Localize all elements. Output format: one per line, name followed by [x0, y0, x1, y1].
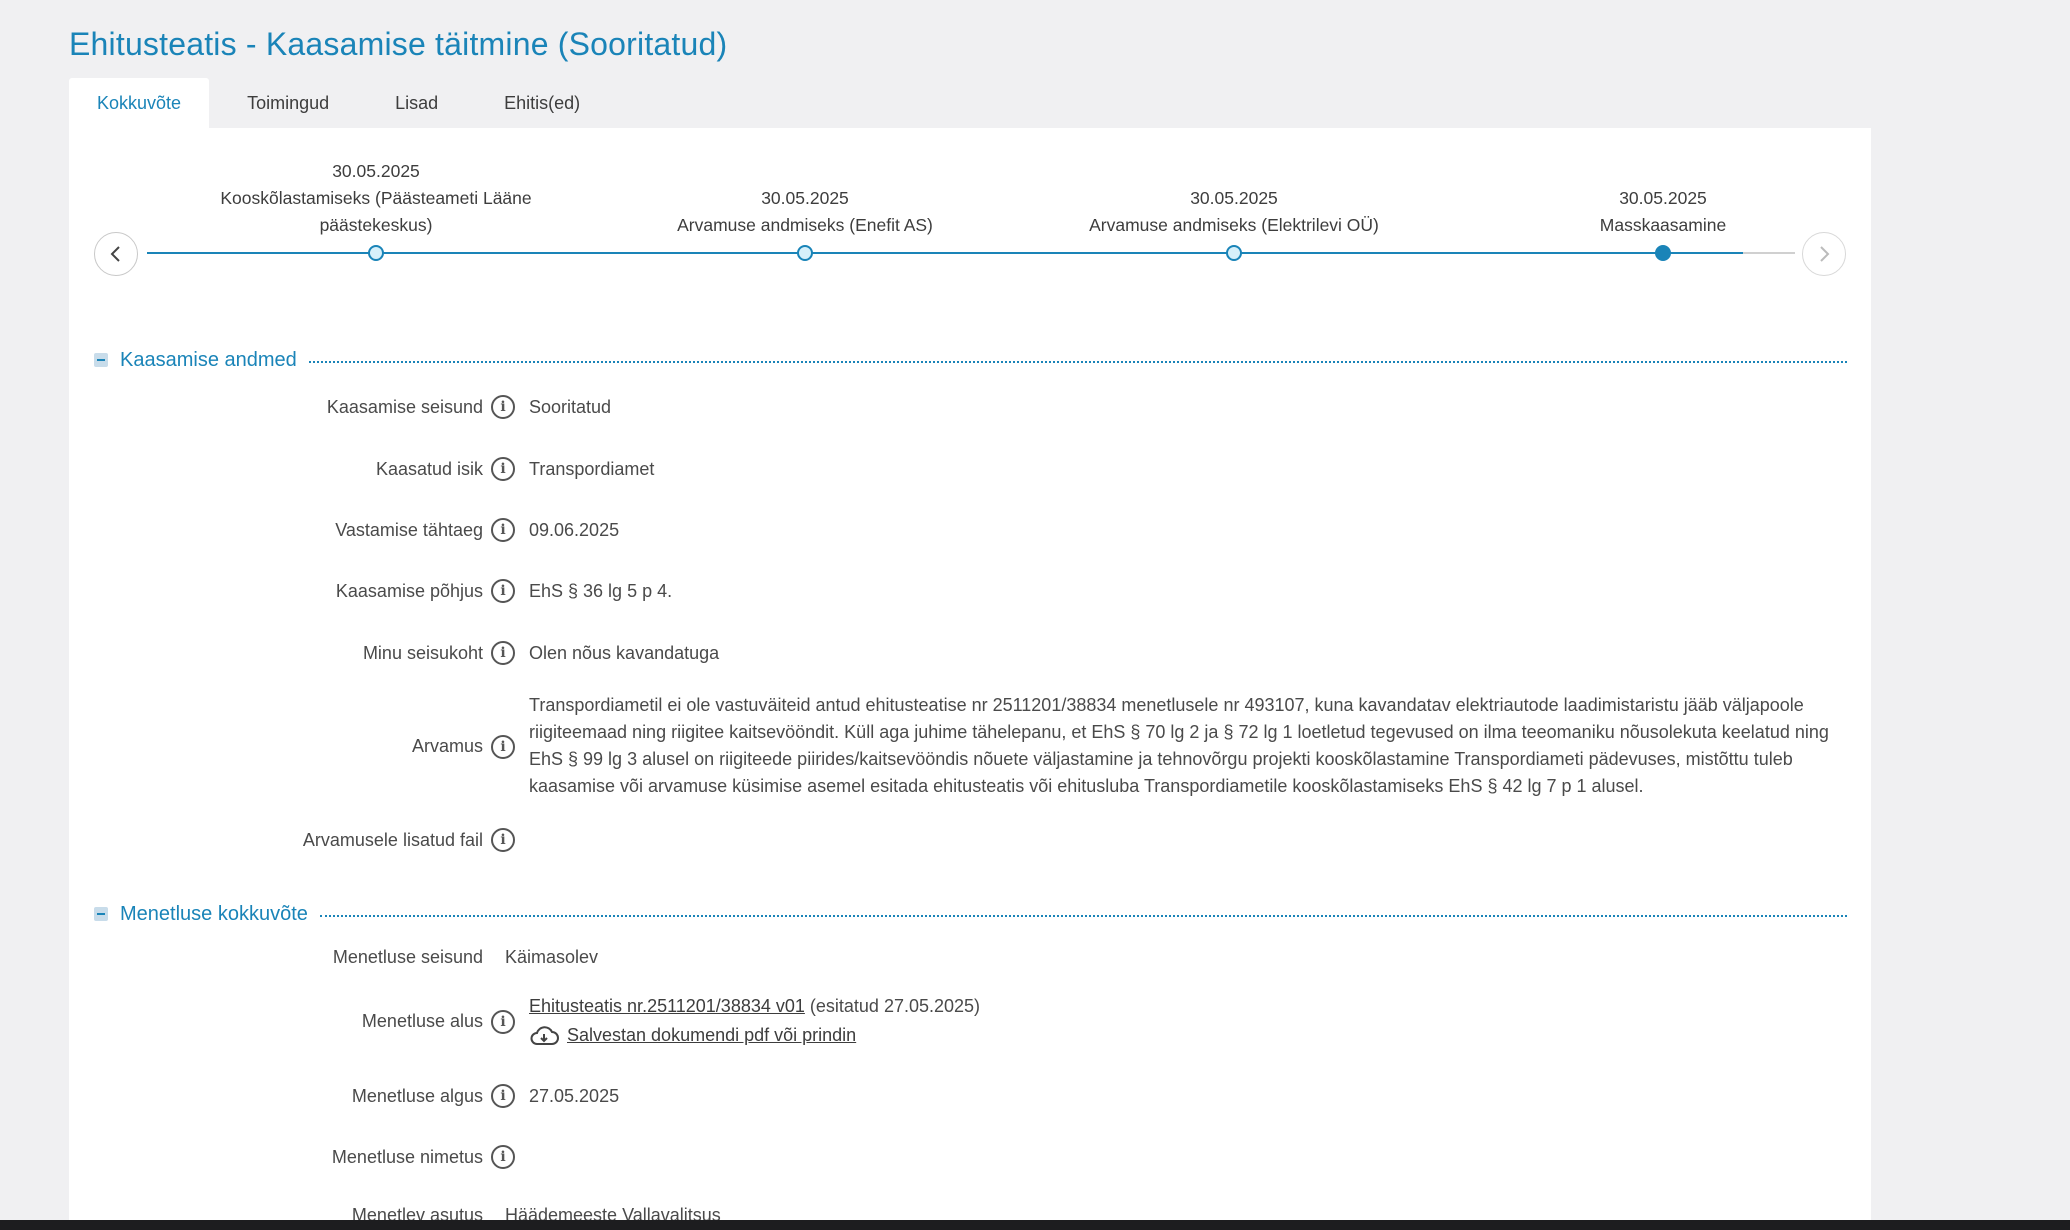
info-icon[interactable]: i [491, 641, 515, 665]
timeline-event-4-label: 30.05.2025 Masskaasamine [1473, 185, 1853, 239]
field-label: Menetluse alus [361, 1011, 483, 1031]
timeline-event-date: 30.05.2025 [1619, 188, 1707, 208]
field-value: EhS § 36 lg 5 p 4. [529, 581, 673, 601]
section-kaasamise-header: Kaasamise andmed [94, 345, 1847, 375]
section-divider [319, 915, 1847, 917]
info-icon[interactable]: i [491, 457, 515, 481]
timeline-event-date: 30.05.2025 [761, 188, 849, 208]
field-label: Menetluse nimetus [331, 1147, 483, 1167]
field-row: Arvamusele lisatud fail i [69, 827, 1871, 853]
info-icon[interactable]: i [491, 734, 515, 759]
tab-kokkuvote[interactable]: Kokkuvõte [69, 78, 210, 128]
page-title: Ehitusteatis - Kaasamise täitmine (Soori… [69, 26, 728, 62]
chevron-left-icon [110, 246, 120, 262]
field-row: Menetluse alus i Ehitusteatis nr.2511201… [69, 988, 1871, 1054]
timeline-event-title: Arvamuse andmiseks (Enefit AS) [677, 215, 933, 235]
section-divider [308, 361, 1847, 363]
page: Ehitusteatis - Kaasamise täitmine (Soori… [0, 0, 2070, 1230]
field-row: Arvamus i Transpordiametil ei ole vastuv… [69, 690, 1871, 802]
info-icon[interactable]: i [491, 828, 515, 852]
timeline-prev-button[interactable] [94, 232, 138, 276]
download-pdf-link[interactable]: Salvestan dokumendi pdf või prindin [567, 1022, 856, 1049]
field-label: Kaasatud isik [375, 459, 483, 479]
field-value: Sooritatud [529, 397, 612, 417]
field-label: Minu seisukoht [362, 643, 483, 663]
info-icon[interactable]: i [491, 1009, 515, 1034]
timeline-event-4-dot[interactable] [1655, 245, 1671, 261]
info-icon[interactable]: i [491, 579, 515, 603]
download-line: Salvestan dokumendi pdf või prindin [529, 1022, 1829, 1049]
info-icon[interactable]: i [491, 518, 515, 542]
tab-toimingud[interactable]: Toimingud [219, 78, 357, 128]
field-value [529, 1144, 1829, 1170]
field-value: Olen nõus kavandatuga [529, 643, 720, 663]
timeline: 30.05.2025 Kooskõlastamiseks (Päästeamet… [69, 128, 1871, 298]
content-card: 30.05.2025 Kooskõlastamiseks (Päästeamet… [69, 128, 1871, 1230]
field-label: Vastamise tähtaeg [335, 520, 483, 540]
timeline-event-3-dot[interactable] [1226, 245, 1242, 261]
field-value: 09.06.2025 [529, 520, 620, 540]
field-label: Kaasamise põhjus [335, 581, 483, 601]
timeline-next-button[interactable] [1802, 232, 1846, 276]
section-title: Kaasamise andmed [120, 348, 297, 371]
field-value: 27.05.2025 [529, 1086, 620, 1106]
field-row: Minu seisukoht i Olen nõus kavandatuga [69, 640, 1871, 667]
submitted-date: (esitatud 27.05.2025) [809, 996, 981, 1016]
timeline-event-title: Arvamuse andmiseks (Elektrilevi OÜ) [1089, 215, 1379, 235]
tab-ehitised[interactable]: Ehitis(ed) [476, 78, 608, 128]
field-row: Menetluse nimetus i [69, 1144, 1871, 1170]
section-menetlus-header: Menetluse kokkuvõte [94, 899, 1847, 929]
field-row: Kaasamise seisund i Sooritatud [69, 394, 1871, 421]
field-value [529, 827, 1829, 853]
field-row: Vastamise tähtaeg i 09.06.2025 [69, 517, 1871, 544]
field-label: Arvamus [411, 736, 483, 756]
timeline-event-1-dot[interactable] [368, 245, 384, 261]
opinion-text: Transpordiametil ei ole vastuväiteid ant… [529, 695, 1829, 796]
collapse-icon[interactable] [94, 353, 108, 367]
field-value: Transpordiamet [529, 459, 655, 479]
timeline-remaining-line [1743, 252, 1795, 254]
collapse-icon[interactable] [94, 907, 108, 921]
field-value: Ehitusteatis nr.2511201/38834 v01 (esita… [529, 993, 1829, 1049]
field-row: Kaasatud isik i Transpordiamet [69, 456, 1871, 483]
timeline-event-2-label: 30.05.2025 Arvamuse andmiseks (Enefit AS… [615, 185, 995, 239]
tab-bar: Kokkuvõte Toimingud Lisad Ehitis(ed) [69, 78, 608, 128]
info-icon[interactable]: i [491, 395, 515, 419]
field-label: Kaasamise seisund [326, 397, 483, 417]
cloud-download-icon[interactable] [529, 1024, 559, 1048]
timeline-event-2-dot[interactable] [797, 245, 813, 261]
field-label: Menetluse seisund [332, 947, 483, 967]
field-row: Menetluse algus i 27.05.2025 [69, 1083, 1871, 1110]
section-title: Menetluse kokkuvõte [120, 902, 308, 925]
os-taskbar [0, 1220, 2070, 1230]
info-icon[interactable]: i [491, 1084, 515, 1108]
timeline-progress-line [147, 252, 1743, 254]
chevron-right-icon [1820, 246, 1830, 262]
tab-lisad[interactable]: Lisad [367, 78, 466, 128]
timeline-event-title: Masskaasamine [1599, 215, 1727, 235]
timeline-event-title: Kooskõlastamiseks (Päästeameti Lääne pää… [220, 188, 532, 235]
field-row: Menetluse seisund i Käimasolev [69, 944, 1871, 971]
field-label: Menetluse algus [351, 1086, 483, 1106]
document-link[interactable]: Ehitusteatis nr.2511201/38834 v01 [529, 996, 805, 1016]
timeline-event-date: 30.05.2025 [332, 161, 420, 181]
field-value: Käimasolev [505, 947, 599, 967]
timeline-event-3-label: 30.05.2025 Arvamuse andmiseks (Elektrile… [1044, 185, 1424, 239]
field-row: Kaasamise põhjus i EhS § 36 lg 5 p 4. [69, 578, 1871, 605]
field-label: Arvamusele lisatud fail [302, 830, 483, 850]
info-icon[interactable]: i [491, 1145, 515, 1169]
timeline-event-1-label: 30.05.2025 Kooskõlastamiseks (Päästeamet… [186, 158, 566, 239]
timeline-event-date: 30.05.2025 [1190, 188, 1278, 208]
